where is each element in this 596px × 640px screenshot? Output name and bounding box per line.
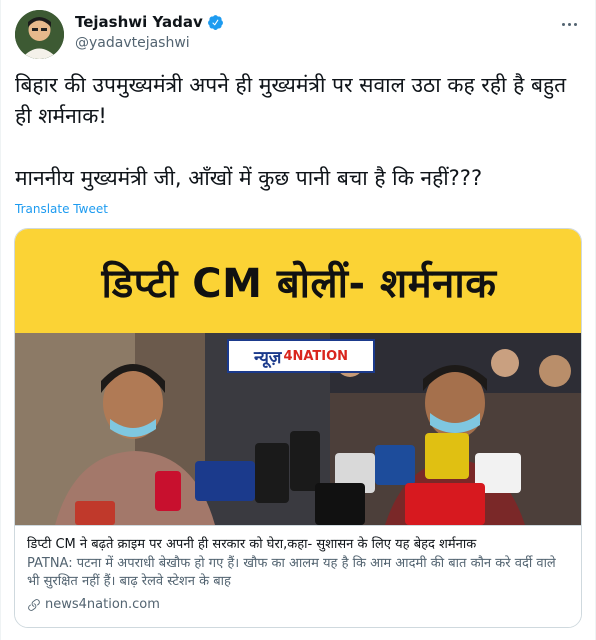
card-banner-text: डिप्टी CM बोलीं- शर्मनाक: [101, 260, 497, 307]
tweet: Tejashwi Yadav @yadavtejashwi बिहार की उ…: [0, 0, 596, 640]
logo-number: 4NATION: [283, 348, 349, 364]
author-handle[interactable]: @yadavtejashwi: [75, 35, 224, 51]
card-photo: न्यूज़ 4NATION: [15, 333, 581, 525]
card-description: PATNA: पटना में अपराधी बेखौफ हो गए हैं। …: [27, 556, 556, 589]
more-options-icon[interactable]: [557, 14, 581, 34]
card-banner: डिप्टी CM बोलीं- शर्मनाक: [15, 229, 581, 333]
link-card[interactable]: डिप्टी CM बोलीं- शर्मनाक न्यूज़ 4NATION …: [14, 228, 582, 628]
translate-tweet-link[interactable]: Translate Tweet: [15, 202, 108, 216]
avatar-image: [15, 10, 64, 59]
link-icon: [27, 598, 41, 612]
card-title: डिप्टी CM ने बढ़ते क्राइम पर अपनी ही सरक…: [27, 537, 477, 552]
news4nation-logo: न्यूज़ 4NATION: [227, 339, 375, 373]
tweet-text: बिहार की उपमुख्यमंत्री अपने ही मुख्यमंत्…: [15, 73, 567, 190]
logo-text: न्यूज़: [253, 347, 282, 368]
card-domain: news4nation.com: [45, 597, 160, 612]
card-domain-row: news4nation.com: [27, 597, 571, 612]
verified-badge-icon: [207, 14, 224, 31]
author-block: Tejashwi Yadav @yadavtejashwi: [75, 13, 224, 51]
author-display-name[interactable]: Tejashwi Yadav: [75, 13, 203, 31]
avatar[interactable]: [15, 10, 64, 59]
card-info[interactable]: डिप्टी CM ने बढ़ते क्राइम पर अपनी ही सरक…: [15, 525, 581, 627]
